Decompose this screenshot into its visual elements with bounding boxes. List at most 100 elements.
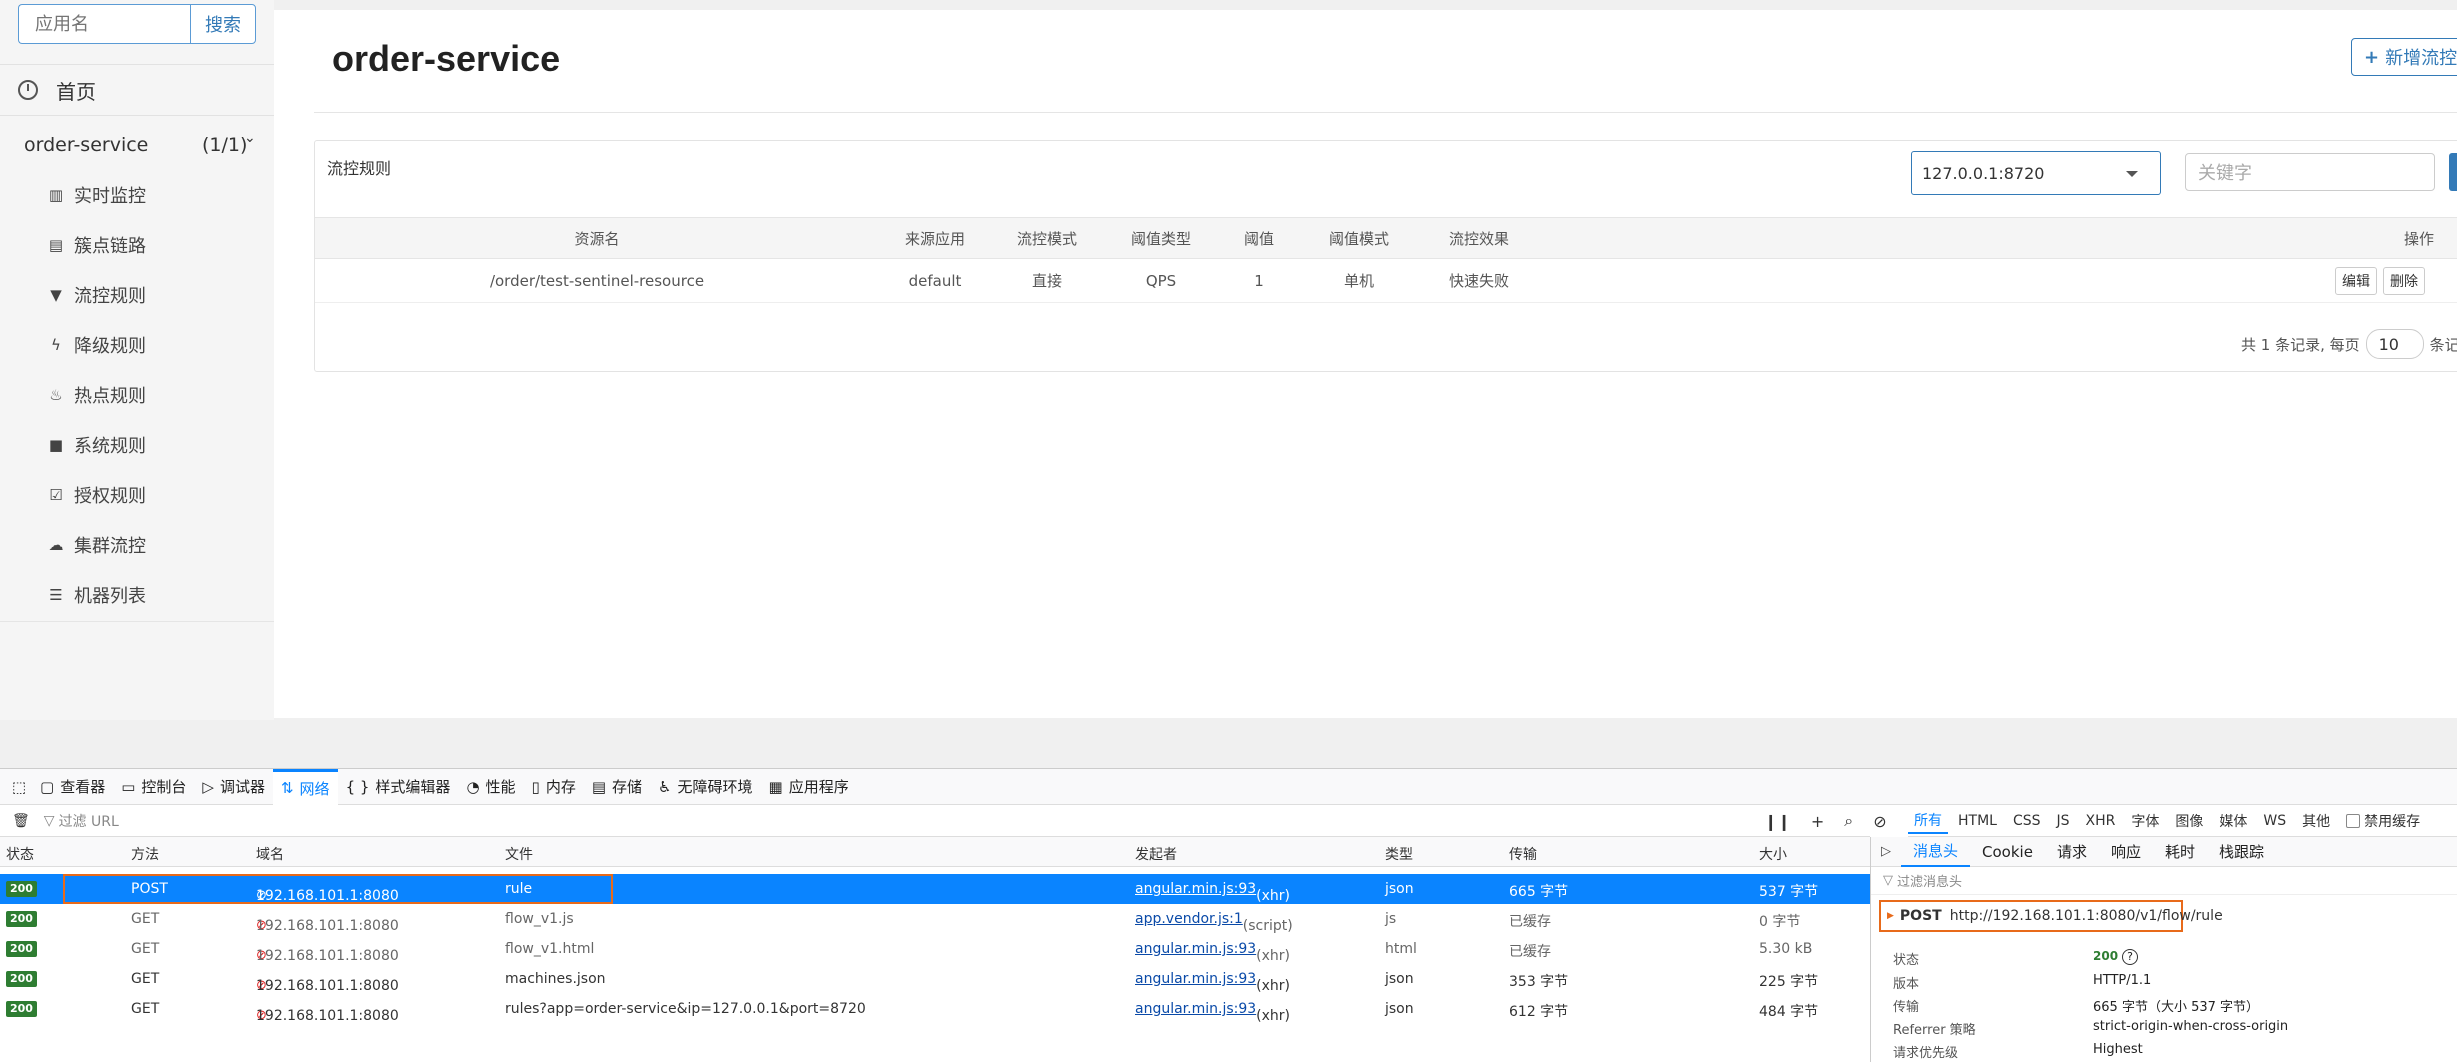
tab-cookies[interactable]: Cookie — [1970, 837, 2045, 867]
type-filter-fonts[interactable]: 字体 — [2125, 809, 2165, 833]
trash-icon[interactable]: 🗑 — [12, 813, 30, 829]
cell-mode: 直接 — [1031, 272, 1062, 290]
column-header[interactable]: 方法 — [131, 844, 159, 864]
delete-button[interactable]: 删除 — [2383, 266, 2425, 295]
page-title: order-service — [332, 38, 561, 79]
block-icon[interactable]: ⊘ — [1873, 812, 1886, 831]
sidebar: 搜索 首页 order-service (1/1) ⌄ ▥ 实时监控 ▤ 簇点链路 … — [0, 0, 274, 720]
list-icon: ▤ — [48, 236, 64, 254]
initiator-link[interactable]: app.vendor.js:1 — [1135, 911, 1243, 927]
initiator-link[interactable]: angular.min.js:93 — [1135, 971, 1256, 987]
menu-item-resource-chain[interactable]: ▤ 簇点链路 — [0, 220, 274, 270]
bolt-icon: ϟ — [51, 336, 61, 354]
th-list-icon: ☰ — [49, 586, 63, 604]
storage-icon: ▤ — [591, 777, 607, 796]
request-file: machines.json — [505, 971, 606, 987]
chevron-down-icon: ⌄ — [244, 130, 256, 146]
tab-inspector[interactable]: ▢ 查看器 — [32, 769, 113, 805]
disable-cache-checkbox[interactable] — [2346, 813, 2361, 828]
type-filter-xhr[interactable]: XHR — [2080, 811, 2122, 831]
machine-select[interactable]: 127.0.0.1:8720 — [1911, 151, 2161, 195]
tab-label: 网络 — [299, 779, 330, 798]
request-row[interactable]: 200 GET ⊘ 192.168.101.1:8080 flow_v1.js … — [0, 904, 1870, 934]
tab-timings[interactable]: 耗时 — [2153, 837, 2207, 867]
menu-item-authority-rules[interactable]: ☑ 授权规则 — [0, 470, 274, 520]
request-row[interactable]: 200 POST ⊘ 192.168.101.1:8080 rule angul… — [0, 874, 1870, 904]
disable-cache-label: 禁用缓存 — [2364, 813, 2421, 830]
column-header[interactable]: 大小 — [1759, 844, 1787, 864]
tab-request[interactable]: 请求 — [2045, 837, 2099, 867]
tab-storage[interactable]: ▤ 存储 — [584, 769, 650, 805]
type-filter-js[interactable]: JS — [2051, 811, 2076, 831]
nav-home[interactable]: 首页 — [0, 64, 274, 116]
keyword-search-button[interactable] — [2449, 153, 2457, 191]
column-header[interactable]: 域名 — [256, 844, 284, 864]
tab-headers[interactable]: 消息头 — [1901, 837, 1971, 867]
type-filter-other[interactable]: 其他 — [2296, 809, 2336, 833]
column-header[interactable]: 文件 — [505, 844, 533, 864]
type-filter-html[interactable]: HTML — [1952, 811, 2003, 831]
search-button[interactable]: 搜索 — [190, 4, 256, 44]
type-filter-all[interactable]: 所有 — [1908, 808, 1948, 834]
add-flow-rule-button[interactable]: + 新增流控 — [2351, 38, 2457, 76]
column-header[interactable]: 类型 — [1385, 844, 1413, 864]
tab-application[interactable]: ▦ 应用程序 — [761, 769, 857, 805]
request-line[interactable]: ▶ POST http://192.168.101.1:8080/v1/flow… — [1879, 900, 2223, 932]
element-picker-icon[interactable]: ⬚ — [6, 769, 32, 805]
request-line-url: http://192.168.101.1:8080/v1/flow/rule — [1949, 908, 2223, 924]
column-header[interactable]: 传输 — [1509, 844, 1537, 864]
initiator-type: (xhr) — [1256, 888, 1291, 904]
menu-item-degrade-rules[interactable]: ϟ 降级规则 — [0, 320, 274, 370]
tab-stack-trace[interactable]: 栈跟踪 — [2207, 837, 2276, 867]
tab-network[interactable]: ⇅ 网络 — [272, 768, 338, 805]
menu-item-hotspot-rules[interactable]: ♨ 热点规则 — [0, 370, 274, 420]
edit-button[interactable]: 编辑 — [2335, 266, 2377, 295]
status-badge: 200 — [6, 911, 37, 927]
initiator-link[interactable]: angular.min.js:93 — [1135, 941, 1256, 957]
initiator-link[interactable]: angular.min.js:93 — [1135, 1001, 1256, 1017]
search-icon[interactable]: ⌕ — [1844, 811, 1853, 831]
sidebar-divider — [0, 621, 274, 622]
tab-memory[interactable]: ▯ 内存 — [524, 769, 584, 805]
menu-item-machines[interactable]: ☰ 机器列表 — [0, 570, 274, 620]
type-filter-images[interactable]: 图像 — [2169, 809, 2209, 833]
column-header[interactable]: 状态 — [6, 844, 34, 864]
filter-url-input[interactable]: 过滤 URL — [59, 811, 119, 831]
menu-label: 热点规则 — [74, 386, 146, 407]
tab-response[interactable]: 响应 — [2099, 837, 2153, 867]
tab-console[interactable]: ▭ 控制台 — [113, 769, 194, 805]
request-row[interactable]: 200 GET ⊘ 192.168.101.1:8080 flow_v1.htm… — [0, 934, 1870, 964]
page-size-input[interactable]: 10 — [2365, 329, 2424, 359]
menu-label: 授权规则 — [74, 486, 146, 507]
status-badge: 200 — [6, 941, 37, 957]
headers-filter[interactable]: ▽ 过滤消息头 — [1871, 867, 2457, 895]
menu-item-system-rules[interactable]: ■ 系统规则 — [0, 420, 274, 470]
column-header[interactable]: 发起者 — [1135, 844, 1177, 864]
tab-performance[interactable]: ◔ 性能 — [458, 769, 523, 805]
type-filter-css[interactable]: CSS — [2007, 811, 2047, 831]
request-row[interactable]: 200 GET ⊘ 192.168.101.1:8080 rules?app=o… — [0, 994, 1870, 1024]
field-key: 状态 — [1893, 953, 1920, 968]
tab-accessibility[interactable]: ♿ 无障碍环境 — [650, 769, 760, 805]
menu-item-cluster-flow[interactable]: ☁ 集群流控 — [0, 520, 274, 570]
domain-text: 192.168.101.1:8080 — [256, 918, 399, 934]
toggle-sidebar-icon[interactable]: ▷ — [1871, 844, 1901, 859]
plus-icon[interactable]: + — [1811, 812, 1824, 831]
initiator-link[interactable]: angular.min.js:93 — [1135, 881, 1256, 897]
field-key: Referrer 策略 — [1893, 1023, 1976, 1038]
request-row[interactable]: 200 GET ⊘ 192.168.101.1:8080 machines.js… — [0, 964, 1870, 994]
tab-style-editor[interactable]: { } 样式编辑器 — [338, 769, 459, 805]
type-filter-ws[interactable]: WS — [2257, 811, 2292, 831]
app-search-input[interactable] — [18, 4, 190, 44]
type-filter-media[interactable]: 媒体 — [2213, 809, 2253, 833]
app-group-order-service[interactable]: order-service (1/1) ⌄ — [0, 122, 274, 168]
keyword-input[interactable]: 关键字 — [2185, 153, 2435, 191]
request-method: GET — [131, 911, 160, 927]
help-icon[interactable]: ? — [2122, 949, 2139, 965]
tab-debugger[interactable]: ▷ 调试器 — [194, 769, 273, 805]
domain-text: 192.168.101.1:8080 — [256, 948, 399, 964]
pause-icon[interactable]: ❙❙ — [1764, 812, 1791, 831]
network-actions: ❙❙ + ⌕ ⊘ — [1764, 805, 1887, 837]
menu-item-flow-rules[interactable]: ▼ 流控规则 — [0, 270, 274, 320]
menu-item-monitor[interactable]: ▥ 实时监控 — [0, 170, 274, 220]
